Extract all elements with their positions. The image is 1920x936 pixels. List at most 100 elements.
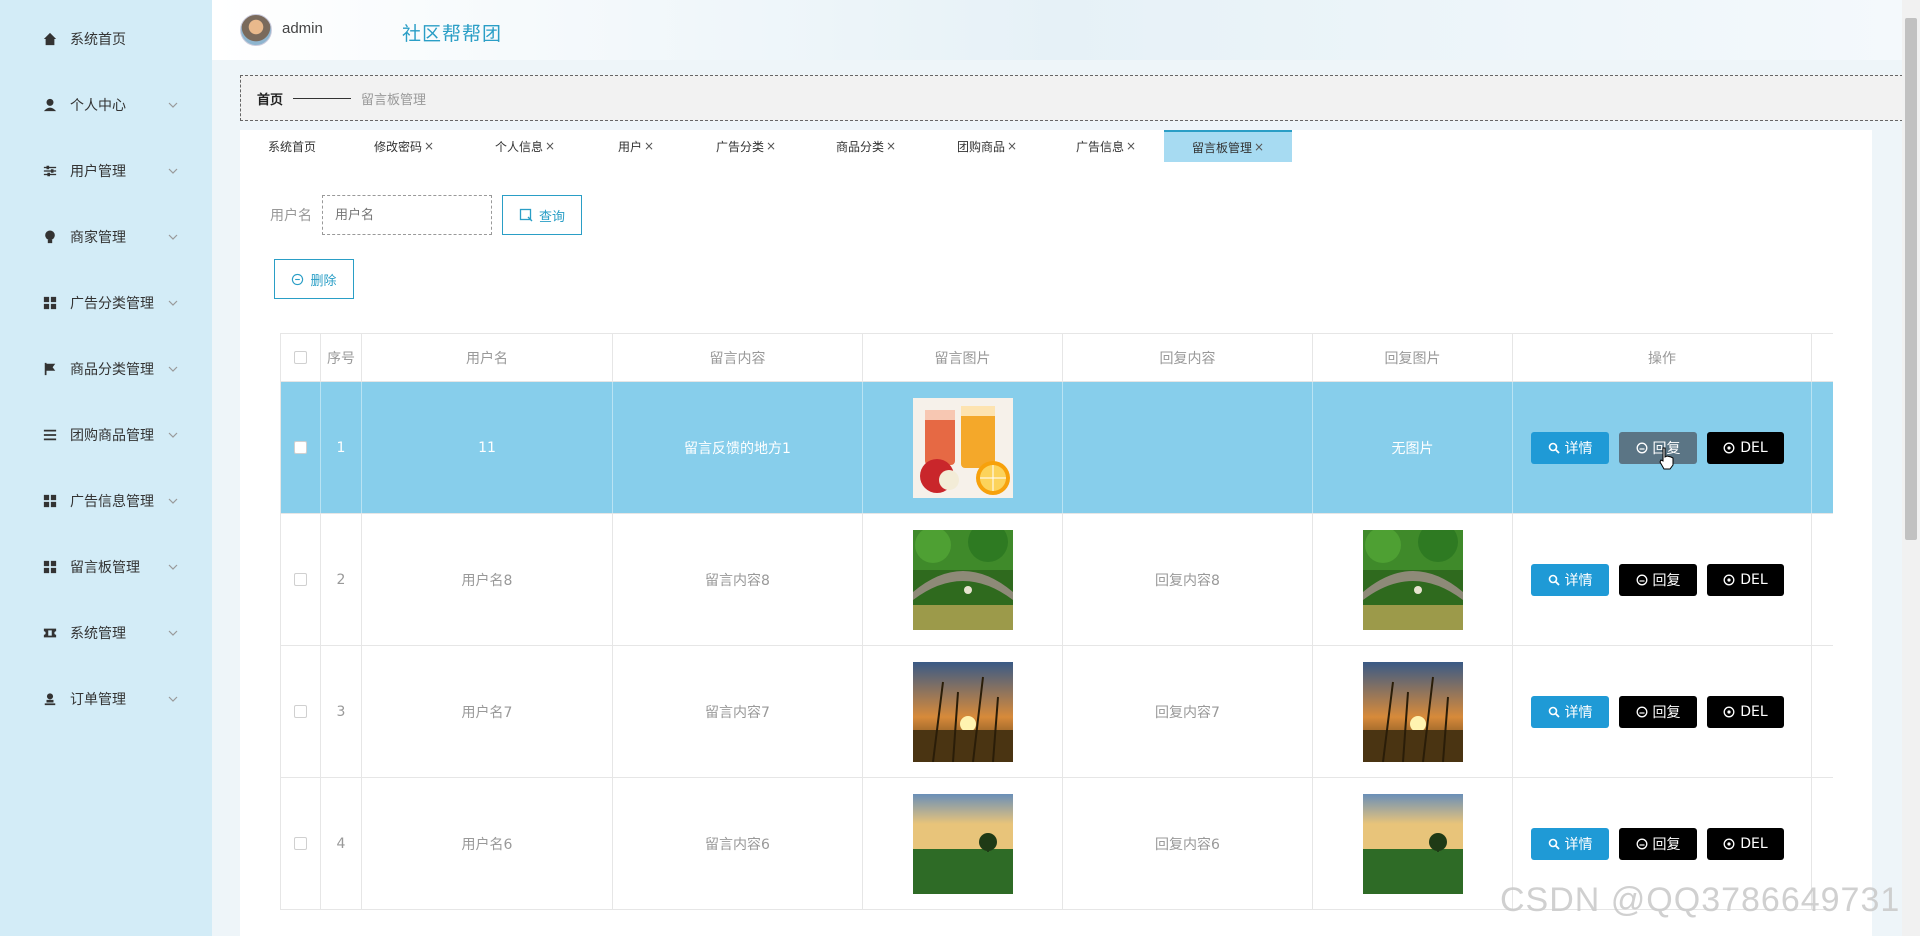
tab-close-icon[interactable]: × xyxy=(644,139,654,153)
tab-6[interactable]: 团购商品 × xyxy=(926,130,1048,162)
message-image[interactable] xyxy=(1362,661,1463,762)
header-cell: 操作 xyxy=(1513,334,1812,381)
tab-close-icon[interactable]: × xyxy=(1126,139,1136,153)
breadcrumb: 首页 留言板管理 xyxy=(240,75,1908,121)
cell-username: 用户名6 xyxy=(362,778,613,909)
message-image[interactable] xyxy=(912,529,1013,630)
sidebar-item-10[interactable]: 订单管理 xyxy=(0,666,212,732)
sidebar-item-9[interactable]: 系统管理 xyxy=(0,600,212,666)
row-checkbox[interactable] xyxy=(294,705,307,718)
tab-close-icon[interactable]: × xyxy=(1254,140,1264,154)
table-row[interactable]: 3 用户名7 留言内容7 回复内容7 详情 回复 DEL xyxy=(281,646,1833,778)
sidebar-item-2[interactable]: 用户管理 xyxy=(0,138,212,204)
tab-7[interactable]: 广告信息 × xyxy=(1048,130,1164,162)
watermark: CSDN @QQ3786649731 xyxy=(1500,881,1901,919)
message-image[interactable] xyxy=(1362,529,1463,630)
header-cell: 回复内容 xyxy=(1063,334,1313,381)
detail-button[interactable]: 详情 xyxy=(1531,432,1609,464)
username-search-input[interactable] xyxy=(322,195,492,235)
tab-close-icon[interactable]: × xyxy=(766,139,776,153)
select-all-checkbox[interactable] xyxy=(294,351,307,364)
detail-button[interactable]: 详情 xyxy=(1531,828,1609,860)
tab-5[interactable]: 商品分类 × xyxy=(806,130,926,162)
cell-actions: 详情 回复 DEL xyxy=(1513,514,1812,645)
search-icon xyxy=(1548,706,1560,718)
sidebar-item-3[interactable]: 商家管理 xyxy=(0,204,212,270)
chat-icon xyxy=(1636,706,1647,718)
cell-reply: 回复内容8 xyxy=(1063,514,1313,645)
cell-select xyxy=(281,382,321,513)
sidebar-item-7[interactable]: 广告信息管理 xyxy=(0,468,212,534)
chat-icon xyxy=(1636,838,1647,850)
delete-row-button[interactable]: DEL xyxy=(1707,696,1784,728)
tab-4[interactable]: 广告分类 × xyxy=(686,130,806,162)
scrollbar-thumb[interactable] xyxy=(1905,18,1917,540)
sidebar-item-label: 广告分类管理 xyxy=(70,296,154,312)
delete-label: DEL xyxy=(1740,704,1768,720)
table-row[interactable]: 1 11 留言反馈的地方1 无图片 详情 回复 DEL xyxy=(281,382,1833,514)
sidebar: 系统首页 个人中心 用户管理 商家管理 广告分类管理 商品分类管理 团购商品管理… xyxy=(0,0,212,936)
avatar[interactable] xyxy=(240,14,272,46)
row-checkbox[interactable] xyxy=(294,573,307,586)
search-icon xyxy=(519,208,533,222)
close-circle-icon xyxy=(1723,838,1735,850)
row-checkbox[interactable] xyxy=(294,441,307,454)
sidebar-item-label: 商品分类管理 xyxy=(70,362,154,378)
tab-close-icon[interactable]: × xyxy=(886,139,896,153)
cell-index: 4 xyxy=(321,778,362,909)
tab-3[interactable]: 用户 × xyxy=(586,130,686,162)
detail-button[interactable]: 详情 xyxy=(1531,564,1609,596)
reply-button[interactable]: 回复 xyxy=(1619,564,1697,596)
table-row[interactable]: 2 用户名8 留言内容8 回复内容8 详情 回复 DEL xyxy=(281,514,1833,646)
tab-close-icon[interactable]: × xyxy=(424,139,434,153)
tab-1[interactable]: 修改密码 × xyxy=(344,130,464,162)
tab-0[interactable]: 系统首页 xyxy=(240,130,344,162)
sidebar-item-1[interactable]: 个人中心 xyxy=(0,72,212,138)
sidebar-item-5[interactable]: 商品分类管理 xyxy=(0,336,212,402)
cell-reply: 回复内容6 xyxy=(1063,778,1313,909)
query-button[interactable]: 查询 xyxy=(502,195,582,235)
detail-label: 详情 xyxy=(1564,705,1593,721)
message-image[interactable] xyxy=(912,793,1013,894)
reply-button[interactable]: 回复 xyxy=(1619,828,1697,860)
reply-button[interactable]: 回复 xyxy=(1619,696,1697,728)
tab-8[interactable]: 留言板管理 × xyxy=(1164,130,1292,162)
user-icon xyxy=(42,97,58,113)
search-icon xyxy=(1548,442,1560,454)
sidebar-item-0[interactable]: 系统首页 xyxy=(0,6,212,72)
cell-content: 留言内容6 xyxy=(613,778,863,909)
tab-label: 商品分类 xyxy=(835,139,884,154)
person-stamp-icon xyxy=(42,691,58,707)
delete-row-button[interactable]: DEL xyxy=(1707,828,1784,860)
message-image[interactable] xyxy=(912,661,1013,762)
sidebar-item-8[interactable]: 留言板管理 xyxy=(0,534,212,600)
delete-row-button[interactable]: DEL xyxy=(1707,432,1784,464)
tab-close-icon[interactable]: × xyxy=(545,139,555,153)
tab-2[interactable]: 个人信息 × xyxy=(464,130,586,162)
detail-button[interactable]: 详情 xyxy=(1531,696,1609,728)
detail-label: 详情 xyxy=(1564,573,1593,589)
sidebar-item-4[interactable]: 广告分类管理 xyxy=(0,270,212,336)
cell-reply-image xyxy=(1313,514,1513,645)
chat-icon xyxy=(1636,442,1647,454)
delete-button[interactable]: 删除 xyxy=(274,259,354,299)
chevron-down-icon xyxy=(168,564,178,570)
list-icon xyxy=(42,427,58,443)
breadcrumb-separator xyxy=(293,97,352,99)
header-cell: 留言内容 xyxy=(613,334,863,381)
row-checkbox[interactable] xyxy=(294,837,307,850)
sidebar-item-6[interactable]: 团购商品管理 xyxy=(0,402,212,468)
cell-image xyxy=(863,646,1063,777)
username-label: admin xyxy=(282,20,323,37)
message-image[interactable] xyxy=(912,397,1013,498)
sidebar-item-label: 订单管理 xyxy=(70,692,126,708)
tab-close-icon[interactable]: × xyxy=(1007,139,1017,153)
delete-label: DEL xyxy=(1740,440,1768,456)
close-circle-icon xyxy=(1723,442,1735,454)
cell-select xyxy=(281,514,321,645)
message-image[interactable] xyxy=(1362,793,1463,894)
breadcrumb-home[interactable]: 首页 xyxy=(257,89,283,108)
table-header: 序号 用户名 留言内容 留言图片 回复内容 回复图片 操作 xyxy=(281,333,1833,382)
cell-username: 用户名8 xyxy=(362,514,613,645)
delete-row-button[interactable]: DEL xyxy=(1707,564,1784,596)
